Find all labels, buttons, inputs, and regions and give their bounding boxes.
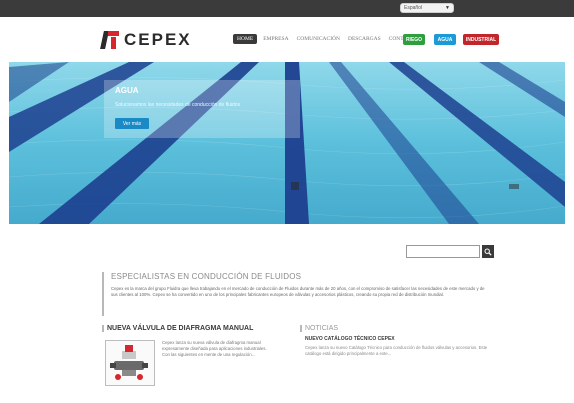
news-section: Noticias NUEVO CATÁLOGO TÉCNICO CEPEX Ce… [300,325,490,357]
riego-button[interactable]: RIEGO [403,34,425,45]
news-headline[interactable]: NUEVO CATÁLOGO TÉCNICO CEPEX [300,336,490,342]
nav-item-empresa[interactable]: Empresa [261,35,290,43]
nav-item-descargas[interactable]: Descargas [346,35,383,43]
industrial-button[interactable]: INDUSTRIAL [463,34,499,45]
logo-mark-icon [100,31,120,49]
valve-section: Nueva válvula de diafragma manual Cepex … [102,325,282,386]
search-input[interactable] [406,245,480,258]
valve-title[interactable]: Nueva válvula de diafragma manual [102,325,282,332]
chevron-down-icon: ▼ [445,5,450,11]
language-select[interactable]: Español ▼ [400,3,454,13]
valve-text: Cepex lanza su nueva válvula de diafragm… [162,340,267,357]
valve-icon [110,345,148,380]
hero-card: AGUA Solucionamos las necesidades de con… [104,80,300,138]
specialists-text: Cepex es la marca del grupo Fluidra que … [111,286,485,297]
language-select-value: Español [404,5,423,11]
search-button[interactable] [482,245,494,258]
news-text: Cepex lanza su nuevo Catálogo Técnico pa… [305,345,488,356]
valve-product-image[interactable] [105,340,155,386]
top-bar: Español ▼ [0,0,574,17]
agua-button[interactable]: AGUA [434,34,456,45]
brand-name: CEPEX [124,30,192,49]
specialists-title: Especialistas en conducción de fluidos [111,272,302,281]
nav-item-comunicacion[interactable]: Comunicación [295,35,342,43]
brand-logo[interactable]: CEPEX [100,30,192,49]
site-header: CEPEX Home Empresa Comunicación Descarga… [0,17,574,62]
news-title: Noticias [300,325,490,332]
main-nav: Home Empresa Comunicación Descargas Cont… [233,34,420,44]
search-icon [484,248,492,256]
search-box [406,245,494,258]
hero-banner: AGUA Solucionamos las necesidades de con… [9,62,565,224]
nav-item-home[interactable]: Home [233,34,258,44]
specialists-section: Especialistas en conducción de fluidos C… [102,272,492,316]
hero-title: AGUA [115,86,139,95]
ver-mas-button[interactable]: Ver más [115,118,149,129]
hero-text: Solucionamos las necesidades de conducci… [115,102,241,108]
